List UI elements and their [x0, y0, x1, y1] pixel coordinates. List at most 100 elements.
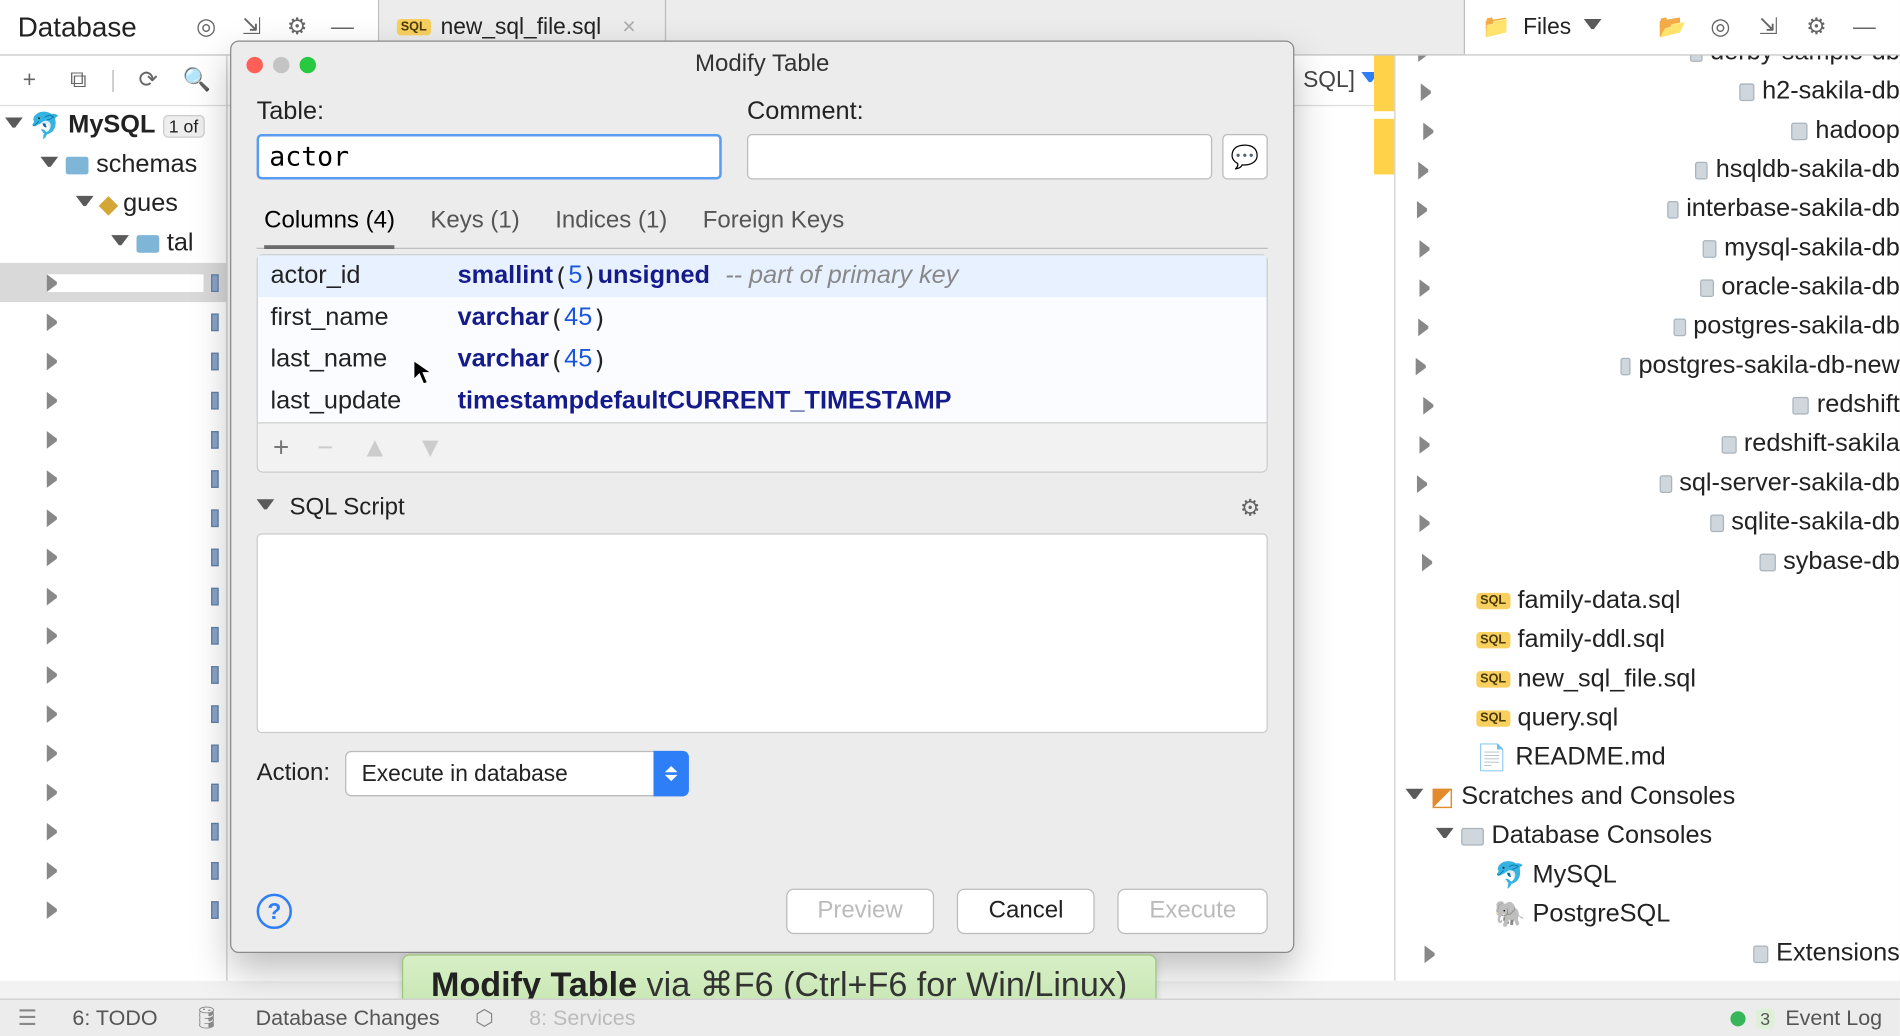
files-folder-icon: 📁	[1482, 14, 1510, 41]
gutter-markers	[1374, 56, 1394, 981]
refresh-icon[interactable]: ⟳	[131, 63, 165, 98]
filter-icon[interactable]: 🔍	[180, 63, 214, 98]
folder-item[interactable]: redshift	[1395, 386, 1899, 425]
execute-button[interactable]: Execute	[1118, 889, 1268, 935]
table-icon	[211, 548, 219, 566]
column-row[interactable]: actor_idsmallint(5) unsigned -- part of …	[258, 255, 1267, 297]
settings-icon[interactable]: ⚙	[1799, 9, 1834, 44]
folder-icon	[1753, 945, 1768, 963]
column-row[interactable]: last_namevarchar(45)	[258, 339, 1267, 381]
todo-icon: ☰	[18, 1006, 37, 1031]
remove-column-button[interactable]: −	[317, 431, 333, 464]
database-tab-label: Database	[18, 11, 137, 44]
status-event-log[interactable]: Event Log	[1785, 1006, 1882, 1031]
add-icon[interactable]: +	[13, 63, 47, 98]
tab-foreign-keys[interactable]: Foreign Keys	[703, 197, 845, 248]
preview-button[interactable]: Preview	[786, 889, 935, 935]
gear-icon[interactable]: ⚙	[1232, 490, 1267, 525]
table-name-input[interactable]	[257, 134, 722, 180]
tree-extensions[interactable]: Extensions	[1395, 934, 1899, 973]
folder-item[interactable]: hadoop	[1395, 111, 1899, 150]
comment-input[interactable]	[747, 134, 1212, 180]
console-mysql[interactable]: 🐬 MySQL	[1395, 856, 1899, 895]
add-column-button[interactable]: +	[273, 431, 289, 464]
dialog-tabs: Columns (4) Keys (1) Indices (1) Foreign…	[257, 197, 1268, 249]
table-icon	[211, 783, 219, 801]
folder-item[interactable]: postgres-sakila-db-new	[1395, 346, 1899, 385]
folder-item[interactable]: interbase-sakila-db	[1395, 190, 1899, 229]
console-postgresql[interactable]: 🐘 PostgreSQL	[1395, 895, 1899, 934]
files-panel[interactable]: derby-sample-dbh2-sakila-dbhadoophsqldb-…	[1394, 56, 1900, 981]
table-icon	[211, 430, 219, 448]
sql-file-item[interactable]: SQLquery.sql	[1395, 699, 1899, 738]
folder-item[interactable]: sqlite-sakila-db	[1395, 503, 1899, 542]
folder-icon	[1461, 827, 1484, 845]
columns-list[interactable]: actor_idsmallint(5) unsigned -- part of …	[257, 254, 1268, 473]
table-name-label: Table:	[257, 97, 722, 126]
sql-file-item[interactable]: SQLfamily-ddl.sql	[1395, 621, 1899, 660]
target-icon[interactable]: ◎	[188, 9, 223, 44]
folder-item[interactable]: hsqldb-sakila-db	[1395, 150, 1899, 189]
folder-item[interactable]: sql-server-sakila-db	[1395, 464, 1899, 503]
chevron-down-icon[interactable]	[257, 499, 275, 517]
event-count-badge: 3	[1755, 1008, 1775, 1028]
folder-item[interactable]: oracle-sakila-db	[1395, 268, 1899, 307]
sql-file-item[interactable]: SQLfamily-data.sql	[1395, 581, 1899, 620]
move-down-button[interactable]: ▼	[416, 431, 444, 464]
files-tool-tab[interactable]: 📁 Files 📂 ◎ ⇲ ⚙ —	[1463, 0, 1900, 54]
database-panel: + ⧉ | ⟳ 🔍 🐬 MySQL 1 of schemas ◆gues tal	[0, 56, 228, 981]
comment-expand-icon[interactable]: 💬	[1222, 134, 1268, 180]
sql-script-textarea[interactable]	[257, 533, 1268, 733]
cancel-button[interactable]: Cancel	[957, 889, 1095, 935]
scratches-icon: ◩	[1430, 781, 1454, 813]
sql-file-icon: SQL	[397, 19, 431, 35]
status-services[interactable]: 8: Services	[529, 1006, 635, 1031]
table-icon	[211, 274, 219, 292]
database-tree[interactable]: 🐬 MySQL 1 of schemas ◆gues tal	[0, 106, 226, 981]
open-folder-icon[interactable]: 📂	[1655, 9, 1690, 44]
collapse-icon[interactable]: ⇲	[1751, 9, 1786, 44]
table-icon	[211, 665, 219, 683]
action-label: Action:	[257, 760, 330, 788]
duplicate-icon[interactable]: ⧉	[61, 63, 95, 98]
table-icon	[211, 626, 219, 644]
tree-guest-label: gues	[123, 190, 178, 219]
table-icon	[211, 391, 219, 409]
help-button[interactable]: ?	[257, 894, 292, 929]
tab-keys[interactable]: Keys (1)	[430, 197, 519, 248]
folder-item[interactable]: sybase-db	[1395, 542, 1899, 581]
tab-indices[interactable]: Indices (1)	[555, 197, 667, 248]
column-row[interactable]: last_updatetimestamp default CURRENT_TIM…	[258, 380, 1267, 422]
column-row[interactable]: first_namevarchar(45)	[258, 297, 1267, 339]
dialog-title: Modify Table	[231, 51, 1293, 79]
sql-script-label: SQL Script	[289, 494, 404, 522]
folder-item[interactable]: mysql-sakila-db	[1395, 229, 1899, 268]
sql-file-item[interactable]: SQLnew_sql_file.sql	[1395, 660, 1899, 699]
tree-tal-label: tal	[167, 229, 194, 258]
status-todo[interactable]: 6: TODO	[72, 1006, 157, 1031]
table-icon	[211, 470, 219, 488]
file-readme[interactable]: 📄README.md	[1395, 738, 1899, 777]
tree-root-badge: 1 of	[162, 114, 204, 137]
table-icon	[211, 901, 219, 919]
folder-item[interactable]: h2-sakila-db	[1395, 72, 1899, 111]
modify-table-dialog: Modify Table Table: Comment: 💬 Columns (…	[230, 40, 1294, 953]
tab-columns[interactable]: Columns (4)	[264, 197, 395, 249]
minimize-icon[interactable]: —	[1847, 9, 1882, 44]
folder-item[interactable]: postgres-sakila-db	[1395, 307, 1899, 346]
editor-tab-label: new_sql_file.sql	[441, 14, 602, 41]
folder-item[interactable]: derby-sample-db	[1395, 56, 1899, 72]
database-panel-toolbar: + ⧉ | ⟳ 🔍	[0, 56, 226, 107]
schema-icon: ◆	[99, 188, 118, 220]
target-icon[interactable]: ◎	[1703, 9, 1738, 44]
status-db-changes[interactable]: Database Changes	[256, 1006, 440, 1031]
select-stepper-icon[interactable]	[654, 751, 689, 797]
action-select[interactable]: Execute in database	[345, 751, 689, 797]
table-icon	[211, 587, 219, 605]
move-up-button[interactable]: ▲	[361, 431, 389, 464]
files-tab-label: Files	[1523, 14, 1571, 41]
comment-label: Comment:	[747, 97, 1268, 126]
folder-item[interactable]: redshift-sakila	[1395, 425, 1899, 464]
tree-scratches[interactable]: ◩ Scratches and Consoles	[1395, 777, 1899, 816]
tree-db-consoles[interactable]: Database Consoles	[1395, 817, 1899, 856]
